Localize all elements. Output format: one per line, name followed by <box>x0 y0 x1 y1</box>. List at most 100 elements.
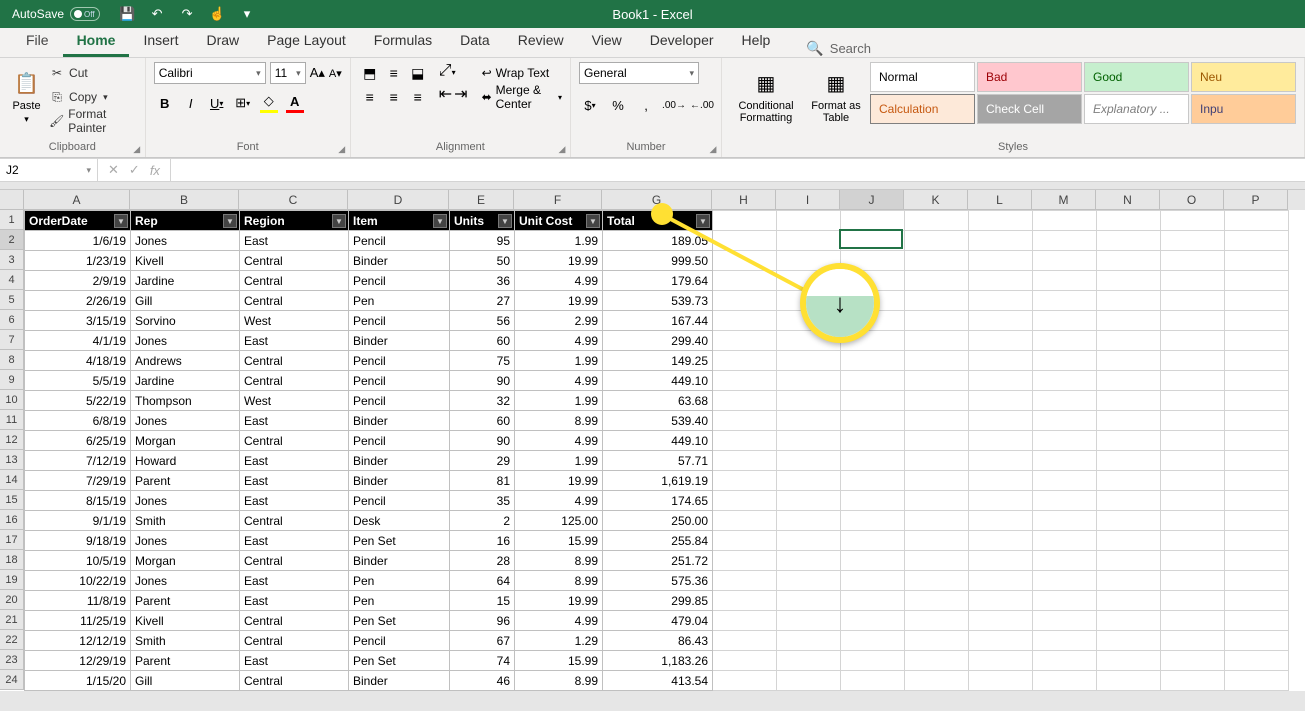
cell-O9[interactable] <box>1161 371 1225 391</box>
style-calculation[interactable]: Calculation <box>870 94 975 124</box>
cell-B3[interactable]: Kivell <box>131 251 240 271</box>
cell-L10[interactable] <box>969 391 1033 411</box>
cell-A22[interactable]: 12/12/19 <box>25 631 131 651</box>
tab-formulas[interactable]: Formulas <box>360 26 446 57</box>
row-header-23[interactable]: 23 <box>0 650 24 670</box>
cell-O4[interactable] <box>1161 271 1225 291</box>
cell-D3[interactable]: Binder <box>349 251 450 271</box>
cell-C20[interactable]: East <box>240 591 349 611</box>
cell-G18[interactable]: 251.72 <box>603 551 713 571</box>
cell-G17[interactable]: 255.84 <box>603 531 713 551</box>
row-header-24[interactable]: 24 <box>0 670 24 690</box>
cell-G11[interactable]: 539.40 <box>603 411 713 431</box>
row-header-22[interactable]: 22 <box>0 630 24 650</box>
cell-G6[interactable]: 167.44 <box>603 311 713 331</box>
tab-help[interactable]: Help <box>728 26 785 57</box>
tab-file[interactable]: File <box>12 26 63 57</box>
cell-I21[interactable] <box>777 611 841 631</box>
cell-L4[interactable] <box>969 271 1033 291</box>
cell-E20[interactable]: 15 <box>450 591 515 611</box>
column-header-F[interactable]: F <box>514 190 602 210</box>
tab-insert[interactable]: Insert <box>129 26 192 57</box>
cell-M24[interactable] <box>1033 671 1097 691</box>
cell-D12[interactable]: Pencil <box>349 431 450 451</box>
cell-F20[interactable]: 19.99 <box>515 591 603 611</box>
cell-E8[interactable]: 75 <box>450 351 515 371</box>
cell-F15[interactable]: 4.99 <box>515 491 603 511</box>
column-header-J[interactable]: J <box>840 190 904 210</box>
cell-H15[interactable] <box>713 491 777 511</box>
row-header-12[interactable]: 12 <box>0 430 24 450</box>
redo-icon[interactable]: ↷ <box>178 5 196 23</box>
merge-center-button[interactable]: ⬌Merge & Center▾ <box>482 86 562 108</box>
cell-E14[interactable]: 81 <box>450 471 515 491</box>
cancel-icon[interactable]: ✕ <box>108 162 119 178</box>
cell-C23[interactable]: East <box>240 651 349 671</box>
row-header-11[interactable]: 11 <box>0 410 24 430</box>
cell-N13[interactable] <box>1097 451 1161 471</box>
cell-D17[interactable]: Pen Set <box>349 531 450 551</box>
cell-J11[interactable] <box>841 411 905 431</box>
row-header-8[interactable]: 8 <box>0 350 24 370</box>
cell-A19[interactable]: 10/22/19 <box>25 571 131 591</box>
cell-P22[interactable] <box>1225 631 1289 651</box>
style-good[interactable]: Good <box>1084 62 1189 92</box>
cell-I13[interactable] <box>777 451 841 471</box>
cell-K8[interactable] <box>905 351 969 371</box>
cell-L13[interactable] <box>969 451 1033 471</box>
row-header-20[interactable]: 20 <box>0 590 24 610</box>
cell-D11[interactable]: Binder <box>349 411 450 431</box>
cell-M12[interactable] <box>1033 431 1097 451</box>
cell-C22[interactable]: Central <box>240 631 349 651</box>
cell-D8[interactable]: Pencil <box>349 351 450 371</box>
cell-G23[interactable]: 1,183.26 <box>603 651 713 671</box>
align-middle-icon[interactable]: ≡ <box>383 62 405 84</box>
cell-G10[interactable]: 63.68 <box>603 391 713 411</box>
cell-M1[interactable] <box>1033 211 1097 231</box>
copy-button[interactable]: ⎘Copy▾ <box>49 86 137 108</box>
cell-M17[interactable] <box>1033 531 1097 551</box>
column-header-C[interactable]: C <box>239 190 348 210</box>
cell-B6[interactable]: Sorvino <box>131 311 240 331</box>
font-color-button[interactable]: A <box>284 92 306 114</box>
cell-F11[interactable]: 8.99 <box>515 411 603 431</box>
cell-J2[interactable] <box>841 231 905 251</box>
cell-F24[interactable]: 8.99 <box>515 671 603 691</box>
cell-C9[interactable]: Central <box>240 371 349 391</box>
touch-mode-icon[interactable]: ☝ <box>208 5 226 23</box>
cell-I8[interactable] <box>777 351 841 371</box>
cell-P10[interactable] <box>1225 391 1289 411</box>
cell-J21[interactable] <box>841 611 905 631</box>
cell-A23[interactable]: 12/29/19 <box>25 651 131 671</box>
filter-dropdown-icon[interactable]: ▼ <box>586 214 600 228</box>
cell-P6[interactable] <box>1225 311 1289 331</box>
cell-K15[interactable] <box>905 491 969 511</box>
cell-O20[interactable] <box>1161 591 1225 611</box>
cell-D4[interactable]: Pencil <box>349 271 450 291</box>
cell-P14[interactable] <box>1225 471 1289 491</box>
increase-indent-icon[interactable]: ⇥ <box>454 84 467 104</box>
cell-E23[interactable]: 74 <box>450 651 515 671</box>
cell-M6[interactable] <box>1033 311 1097 331</box>
cell-K7[interactable] <box>905 331 969 351</box>
cell-M11[interactable] <box>1033 411 1097 431</box>
cell-M20[interactable] <box>1033 591 1097 611</box>
cell-P15[interactable] <box>1225 491 1289 511</box>
row-header-13[interactable]: 13 <box>0 450 24 470</box>
column-header-N[interactable]: N <box>1096 190 1160 210</box>
filter-dropdown-icon[interactable]: ▼ <box>433 214 447 228</box>
cell-P19[interactable] <box>1225 571 1289 591</box>
cell-G12[interactable]: 449.10 <box>603 431 713 451</box>
cell-F10[interactable]: 1.99 <box>515 391 603 411</box>
cell-N5[interactable] <box>1097 291 1161 311</box>
style-bad[interactable]: Bad <box>977 62 1082 92</box>
cell-C21[interactable]: Central <box>240 611 349 631</box>
border-button[interactable]: ⊞▾ <box>232 92 254 114</box>
cell-P23[interactable] <box>1225 651 1289 671</box>
row-headers[interactable]: 123456789101112131415161718192021222324 <box>0 210 24 691</box>
cell-O2[interactable] <box>1161 231 1225 251</box>
cell-E13[interactable]: 29 <box>450 451 515 471</box>
cell-L17[interactable] <box>969 531 1033 551</box>
cell-K9[interactable] <box>905 371 969 391</box>
cell-P5[interactable] <box>1225 291 1289 311</box>
